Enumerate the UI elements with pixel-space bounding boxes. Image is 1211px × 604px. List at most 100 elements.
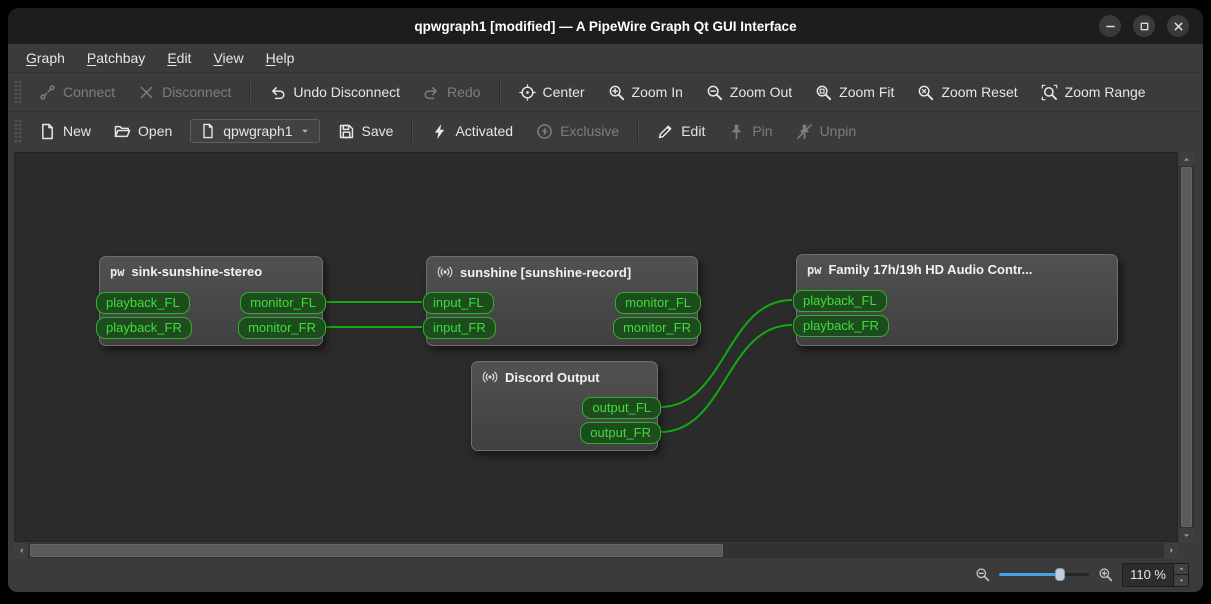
toolbar-drag-handle[interactable] bbox=[14, 119, 22, 143]
zoom-reset-button-label: Zoom Reset bbox=[941, 84, 1018, 100]
zoom-spin-down-button[interactable] bbox=[1174, 574, 1188, 586]
zoom-slider-fill bbox=[999, 572, 1061, 576]
close-icon bbox=[1171, 19, 1186, 34]
port-family-audio-playback_FR[interactable]: playback_FR bbox=[793, 315, 889, 337]
undo-button[interactable]: Undo Disconnect bbox=[259, 79, 410, 106]
redo-button: Redo bbox=[413, 79, 490, 106]
dropdown-arrow-icon bbox=[300, 126, 310, 136]
new-button[interactable]: New bbox=[29, 118, 101, 145]
exclusive-button: Exclusive bbox=[526, 118, 629, 145]
open-button-label: Open bbox=[138, 123, 173, 139]
unpin-icon bbox=[796, 123, 813, 140]
zoom-slider-handle[interactable] bbox=[1055, 567, 1066, 581]
zoom-value: 110 % bbox=[1130, 567, 1166, 582]
undo-button-label: Undo Disconnect bbox=[293, 84, 401, 100]
zoom-reset-button[interactable]: Zoom Reset bbox=[907, 79, 1027, 106]
arrow-left-icon bbox=[17, 546, 26, 555]
menu-view[interactable]: View bbox=[203, 47, 253, 69]
maximize-button[interactable] bbox=[1133, 15, 1155, 37]
application-icon bbox=[482, 369, 498, 385]
scroll-down-button[interactable] bbox=[1179, 528, 1194, 542]
window-controls bbox=[1099, 15, 1189, 37]
pin-icon bbox=[728, 123, 745, 140]
spin-up-icon bbox=[1178, 565, 1185, 572]
edit-button[interactable]: Edit bbox=[647, 118, 715, 145]
vertical-scrollbar-thumb[interactable] bbox=[1181, 167, 1192, 527]
bolt-icon bbox=[431, 123, 448, 140]
port-sunshine-monitor_FL[interactable]: monitor_FL bbox=[615, 292, 701, 314]
node-sunshine[interactable]: sunshine [sunshine-record] input_FL input_… bbox=[423, 256, 701, 346]
menu-graph[interactable]: Graph bbox=[16, 47, 75, 69]
port-discord-output_FL[interactable]: output_FL bbox=[582, 397, 661, 419]
port-sink-sunshine-stereo-monitor_FL[interactable]: monitor_FL bbox=[240, 292, 326, 314]
save-button[interactable]: Save bbox=[328, 118, 404, 145]
arrow-down-icon bbox=[1182, 531, 1191, 540]
node-title-text: sink-sunshine-stereo bbox=[131, 264, 263, 279]
scrollbar-corner bbox=[1178, 543, 1194, 558]
menu-edit[interactable]: Edit bbox=[157, 47, 201, 69]
pipewire-icon: pw bbox=[807, 262, 822, 277]
zoom-fit-button-label: Zoom Fit bbox=[839, 84, 895, 100]
minimize-button[interactable] bbox=[1099, 15, 1121, 37]
zoom-in-icon bbox=[608, 84, 625, 101]
save-button-label: Save bbox=[361, 123, 394, 139]
zoom-slider[interactable] bbox=[999, 567, 1090, 583]
vertical-scrollbar[interactable] bbox=[1179, 152, 1194, 542]
zoom-out-button[interactable]: Zoom Out bbox=[696, 79, 802, 106]
undo-icon bbox=[269, 84, 286, 101]
node-sink-sunshine-stereo[interactable]: pw sink-sunshine-stereo playback_FL playbac… bbox=[96, 256, 326, 346]
node-title: Discord Output bbox=[472, 362, 657, 389]
port-discord-output_FR[interactable]: output_FR bbox=[580, 422, 661, 444]
port-sunshine-input_FR[interactable]: input_FR bbox=[423, 317, 496, 339]
port-sink-sunshine-stereo-monitor_FR[interactable]: monitor_FR bbox=[238, 317, 326, 339]
port-sunshine-monitor_FR[interactable]: monitor_FR bbox=[613, 317, 701, 339]
toolbar-separator bbox=[411, 120, 414, 142]
toolbar-drag-handle[interactable] bbox=[14, 80, 22, 104]
zoom-spinbox[interactable]: 110 % bbox=[1122, 562, 1189, 587]
port-sink-sunshine-stereo-playback_FL[interactable]: playback_FL bbox=[96, 292, 190, 314]
node-discord[interactable]: Discord Output output_FL output_FR bbox=[471, 361, 661, 451]
file-icon bbox=[200, 123, 216, 139]
disconnect-button: Disconnect bbox=[128, 79, 241, 106]
close-button[interactable] bbox=[1167, 15, 1189, 37]
node-title-text: sunshine [sunshine-record] bbox=[460, 264, 632, 280]
horizontal-scrollbar[interactable] bbox=[14, 543, 1178, 558]
combobox-value: qpwgraph1 bbox=[223, 123, 293, 139]
toolbar-separator bbox=[637, 120, 640, 142]
center-button[interactable]: Center bbox=[509, 79, 595, 106]
node-title: sunshine [sunshine-record] bbox=[427, 257, 697, 284]
title-bar[interactable]: qpwgraph1 [modified] — A PipeWire Graph … bbox=[8, 8, 1203, 44]
menu-help[interactable]: Help bbox=[256, 47, 305, 69]
graph-toolbar: Connect Disconnect Undo Disconnect Redo Cent… bbox=[8, 72, 1203, 111]
connect-icon bbox=[39, 84, 56, 101]
zoom-spin-buttons bbox=[1173, 563, 1188, 586]
open-button[interactable]: Open bbox=[104, 118, 182, 145]
horizontal-scrollbar-thumb[interactable] bbox=[30, 544, 723, 557]
port-sunshine-input_FL[interactable]: input_FL bbox=[423, 292, 494, 314]
zoom-in-button[interactable]: Zoom In bbox=[598, 79, 693, 106]
center-icon bbox=[518, 83, 536, 101]
scroll-left-button[interactable] bbox=[14, 543, 28, 558]
minimize-icon bbox=[1103, 19, 1118, 34]
zoom-reset-icon bbox=[917, 84, 934, 101]
node-family-audio[interactable]: pw Family 17h/19h HD Audio Contr... playba… bbox=[793, 254, 1118, 346]
file-toolbar: New Open qpwgraph1 Save Activated Exclusive Ed… bbox=[8, 111, 1203, 150]
zoom-spin-up-button[interactable] bbox=[1174, 563, 1188, 574]
scroll-up-button[interactable] bbox=[1179, 152, 1194, 166]
connect-button: Connect bbox=[29, 79, 125, 106]
disconnect-button-label: Disconnect bbox=[162, 84, 232, 100]
zoom-fit-button[interactable]: Zoom Fit bbox=[805, 79, 904, 106]
port-family-audio-playback_FL[interactable]: playback_FL bbox=[793, 290, 887, 312]
menu-patchbay[interactable]: Patchbay bbox=[77, 47, 155, 69]
patchbay-selector[interactable]: qpwgraph1 bbox=[190, 119, 320, 143]
scroll-right-button[interactable] bbox=[1164, 543, 1178, 558]
port-sink-sunshine-stereo-playback_FR[interactable]: playback_FR bbox=[96, 317, 192, 339]
new-button-label: New bbox=[63, 123, 92, 139]
activated-button[interactable]: Activated bbox=[421, 118, 523, 145]
horizontal-scrollbar-track[interactable] bbox=[28, 543, 1164, 558]
unpin-button-label: Unpin bbox=[819, 123, 857, 139]
zoom-out-icon bbox=[706, 84, 723, 101]
zoom-range-button[interactable]: Zoom Range bbox=[1031, 79, 1156, 106]
graph-canvas[interactable]: pw sink-sunshine-stereo playback_FL playbac… bbox=[14, 152, 1178, 542]
node-title: pw Family 17h/19h HD Audio Contr... bbox=[797, 255, 1117, 281]
